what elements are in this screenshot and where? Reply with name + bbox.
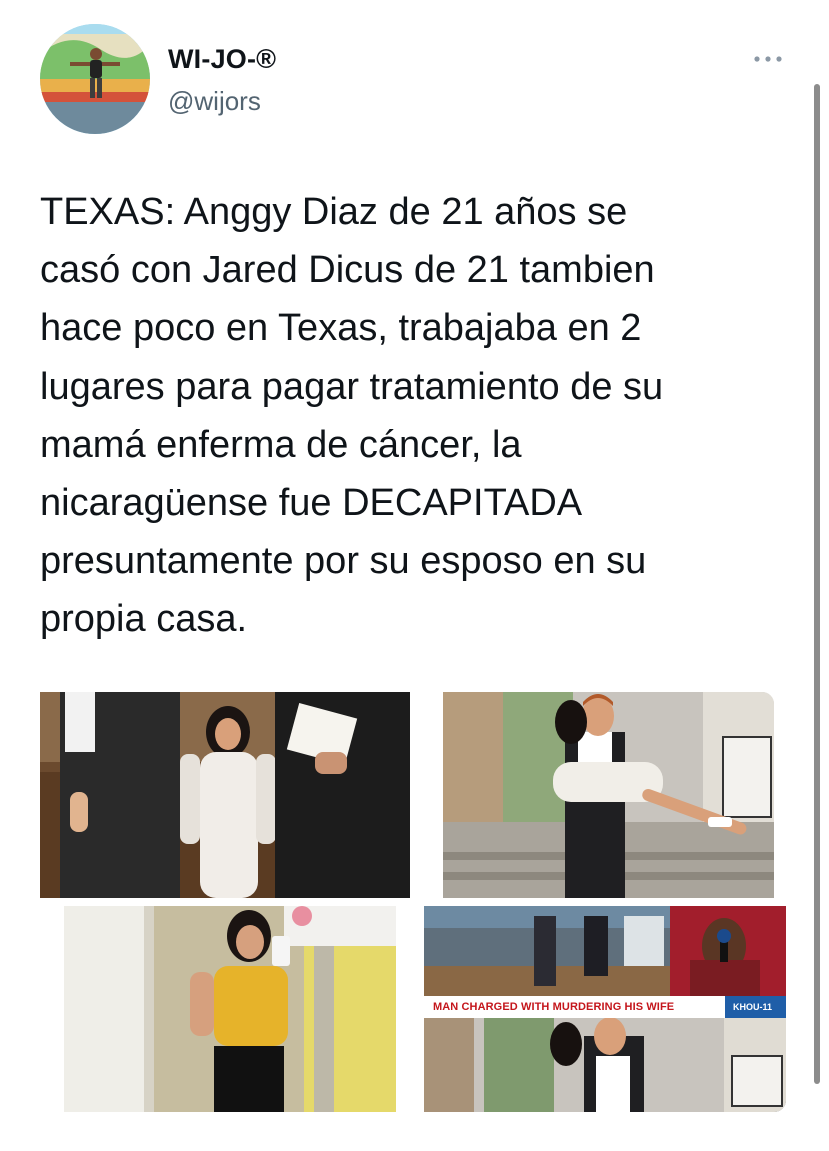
more-dots-icon: [754, 56, 782, 62]
wedding-photo: [40, 692, 410, 898]
news-station-logo: KHOU-11: [724, 996, 786, 1018]
tweet-text: TEXAS: Anggy Diaz de 21 años se casó con…: [40, 191, 664, 641]
news-headline: MAN CHARGED WITH MURDERING HIS WIFE: [433, 1001, 675, 1013]
scrollbar[interactable]: [814, 84, 820, 1084]
more-options-button[interactable]: [748, 44, 788, 74]
avatar-image: [40, 24, 150, 134]
news-banner: MAN CHARGED WITH MURDERING HIS WIFE KHOU…: [424, 996, 786, 1018]
tweet-photo-couple-kiss[interactable]: [443, 692, 774, 898]
tweet-photo-wedding[interactable]: [40, 692, 410, 898]
couple-kiss-photo: [443, 692, 774, 898]
author-handle[interactable]: @wijors: [168, 86, 261, 117]
author-display-name[interactable]: WI-JO-®: [168, 44, 276, 75]
avatar[interactable]: [40, 24, 150, 134]
selfie-photo: [64, 906, 396, 1112]
tweet-photo-news-collage[interactable]: MAN CHARGED WITH MURDERING HIS WIFE KHOU…: [424, 906, 786, 1112]
tweet-photo-selfie[interactable]: [64, 906, 396, 1112]
